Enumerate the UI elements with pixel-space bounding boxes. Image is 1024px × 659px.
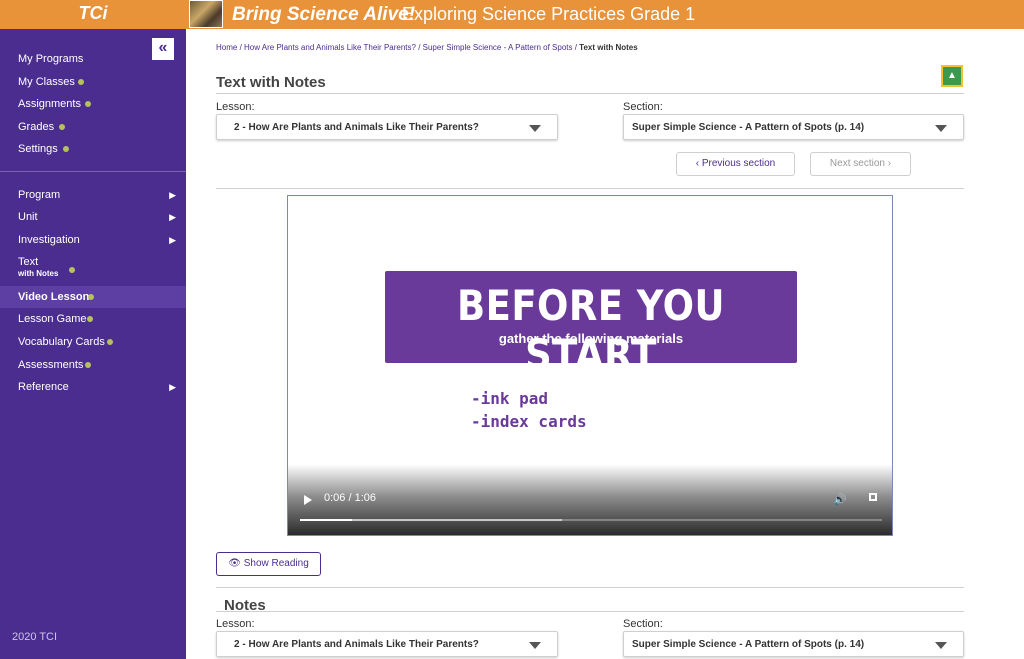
video-controls: 0:06 / 1:06 🔊 bbox=[288, 464, 892, 535]
notes-section-select[interactable]: Super Simple Science - A Pattern of Spot… bbox=[623, 631, 964, 657]
sidebar-item-label: Video Lesson bbox=[18, 291, 90, 303]
program-title: Exploring Science Practices Grade 1 bbox=[402, 4, 696, 24]
video-banner-subheading: gather the following materials bbox=[498, 331, 684, 346]
notes-lesson-label: Lesson: bbox=[216, 618, 255, 630]
notes-section-select-value: Super Simple Science - A Pattern of Spot… bbox=[632, 639, 865, 650]
video-progress-bar[interactable] bbox=[300, 519, 882, 521]
sidebar: « My Programs My Classes Assignments Gra… bbox=[0, 29, 186, 659]
sidebar-item-label: Unit bbox=[18, 211, 38, 223]
sidebar-item-unit[interactable]: Unit ▶ bbox=[0, 206, 186, 228]
sidebar-item-label: Assignments bbox=[18, 98, 81, 110]
chevron-right-icon: ▶ bbox=[169, 190, 176, 200]
previous-section-button[interactable]: ‹ Previous section bbox=[676, 152, 795, 176]
notes-title-divider bbox=[216, 611, 964, 612]
sidebar-item-label: Program bbox=[18, 189, 61, 201]
sidebar-item-grades[interactable]: Grades bbox=[0, 116, 186, 138]
caret-down-icon bbox=[529, 642, 541, 649]
breadcrumb: Home / How Are Plants and Animals Like T… bbox=[216, 43, 638, 52]
material-item: -ink pad bbox=[471, 389, 549, 408]
sidebar-item-label: Assessments bbox=[18, 359, 84, 371]
sidebar-item-vocabulary-cards[interactable]: Vocabulary Cards bbox=[0, 331, 186, 353]
status-dot bbox=[69, 267, 75, 273]
eye-icon: 👁 bbox=[228, 558, 241, 569]
lesson-select-value: 2 - How Are Plants and Animals Like Thei… bbox=[234, 122, 479, 133]
top-bar: TCi Bring Science Alive! Exploring Scien… bbox=[0, 0, 1024, 29]
sidebar-item-investigation[interactable]: Investigation ▶ bbox=[0, 229, 186, 251]
status-dot bbox=[63, 146, 69, 152]
breadcrumb-lesson[interactable]: How Are Plants and Animals Like Their Pa… bbox=[244, 43, 416, 52]
status-dot bbox=[59, 124, 65, 130]
video-banner-heading: BEFORE YOU START bbox=[457, 281, 725, 379]
volume-icon[interactable]: 🔊 bbox=[833, 493, 847, 506]
status-dot bbox=[85, 362, 91, 368]
title-divider bbox=[216, 93, 964, 94]
video-player[interactable]: BEFORE YOU START gather the following ma… bbox=[287, 195, 893, 536]
brand-name: Bring Science Alive! bbox=[232, 4, 416, 25]
sidebar-item-sublabel: with Notes bbox=[18, 269, 59, 278]
caret-down-icon bbox=[935, 125, 947, 132]
sidebar-item-label: Grades bbox=[18, 121, 55, 133]
sidebar-item-text-with-notes[interactable]: Text with Notes bbox=[0, 255, 186, 283]
caret-down-icon bbox=[935, 642, 947, 649]
sidebar-item-label: My Classes bbox=[18, 76, 75, 88]
show-reading-label: Show Reading bbox=[243, 558, 309, 569]
sidebar-item-lesson-game[interactable]: Lesson Game bbox=[0, 308, 186, 330]
material-item: -index cards bbox=[471, 412, 587, 431]
next-section-button[interactable]: Next section › bbox=[810, 152, 911, 176]
section-label: Section: bbox=[623, 101, 663, 113]
sidebar-item-label: Reference bbox=[18, 381, 69, 393]
show-reading-button[interactable]: 👁 Show Reading bbox=[216, 552, 321, 576]
section-divider bbox=[216, 188, 964, 189]
chevron-right-icon: ▶ bbox=[169, 235, 176, 245]
sidebar-item-reference[interactable]: Reference ▶ bbox=[0, 376, 186, 398]
video-played-bar bbox=[300, 519, 353, 521]
sidebar-divider bbox=[0, 171, 186, 172]
sidebar-item-label: Investigation bbox=[18, 234, 80, 246]
video-banner: BEFORE YOU START gather the following ma… bbox=[385, 271, 797, 379]
sidebar-item-label: Settings bbox=[18, 143, 58, 155]
google-classroom-share-icon[interactable]: ▲ bbox=[941, 65, 963, 87]
sidebar-item-label: Lesson Game bbox=[18, 313, 87, 325]
copyright: 2020 TCI bbox=[12, 631, 58, 643]
sidebar-item-program[interactable]: Program ▶ bbox=[0, 184, 186, 206]
notes-section-label: Section: bbox=[623, 618, 663, 630]
notes-lesson-select[interactable]: 2 - How Are Plants and Animals Like Thei… bbox=[216, 631, 558, 657]
play-icon[interactable] bbox=[304, 495, 312, 505]
tci-logo[interactable]: TCi bbox=[0, 0, 186, 29]
chevron-right-icon: ▶ bbox=[169, 212, 176, 222]
status-dot bbox=[78, 79, 84, 85]
chevron-right-icon: ▶ bbox=[169, 382, 176, 392]
status-dot bbox=[88, 294, 94, 300]
section-select-value: Super Simple Science - A Pattern of Spot… bbox=[632, 122, 865, 133]
notes-top-divider bbox=[216, 587, 964, 588]
caret-down-icon bbox=[529, 125, 541, 132]
sidebar-item-my-programs[interactable]: My Programs bbox=[0, 48, 186, 70]
breadcrumb-home[interactable]: Home bbox=[216, 43, 237, 52]
breadcrumb-section[interactable]: Super Simple Science - A Pattern of Spot… bbox=[423, 43, 573, 52]
status-dot bbox=[107, 339, 113, 345]
fullscreen-icon[interactable] bbox=[869, 493, 877, 501]
notes-lesson-select-value: 2 - How Are Plants and Animals Like Thei… bbox=[234, 639, 479, 650]
breadcrumb-current: Text with Notes bbox=[579, 43, 638, 52]
sidebar-item-video-lesson[interactable]: Video Lesson bbox=[0, 286, 186, 308]
video-time: 0:06 / 1:06 bbox=[324, 492, 376, 504]
status-dot bbox=[87, 316, 93, 322]
status-dot bbox=[85, 101, 91, 107]
sidebar-item-settings[interactable]: Settings bbox=[0, 138, 186, 160]
lesson-label: Lesson: bbox=[216, 101, 255, 113]
sidebar-item-assessments[interactable]: Assessments bbox=[0, 354, 186, 376]
lesson-select[interactable]: 2 - How Are Plants and Animals Like Thei… bbox=[216, 114, 558, 140]
page-title: Text with Notes bbox=[216, 74, 326, 91]
sidebar-item-my-classes[interactable]: My Classes bbox=[0, 71, 186, 93]
sidebar-item-label: Vocabulary Cards bbox=[18, 336, 105, 348]
sidebar-item-assignments[interactable]: Assignments bbox=[0, 93, 186, 115]
section-select[interactable]: Super Simple Science - A Pattern of Spot… bbox=[623, 114, 964, 140]
sidebar-item-label: My Programs bbox=[18, 53, 84, 65]
book-cover-thumbnail bbox=[189, 0, 223, 28]
